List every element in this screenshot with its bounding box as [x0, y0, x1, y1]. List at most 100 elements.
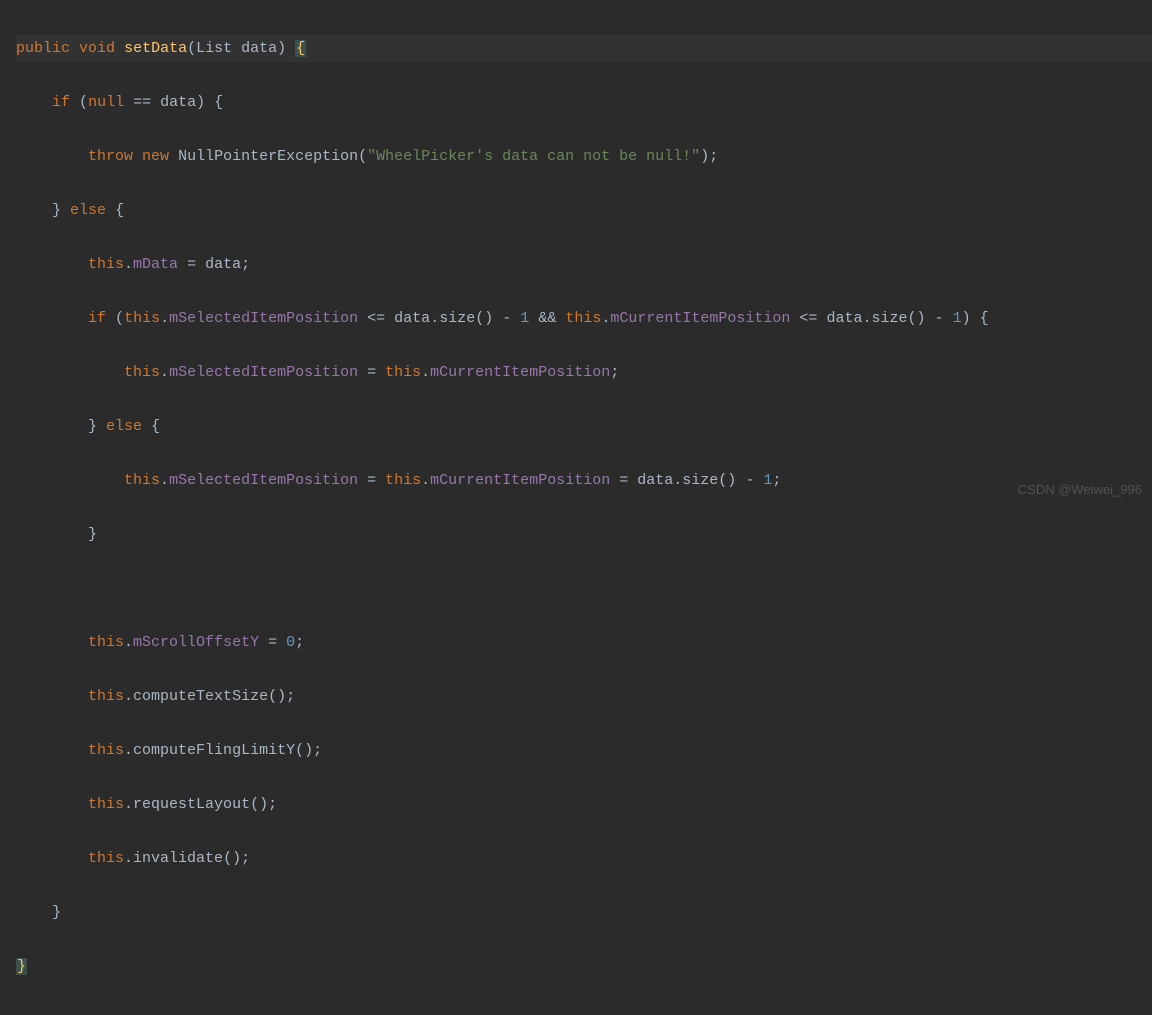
semicolon: ;: [241, 256, 250, 273]
code-line[interactable]: } else {: [16, 197, 1152, 224]
variable: data: [637, 472, 673, 489]
variable: data: [205, 256, 241, 273]
semicolon: ;: [610, 364, 619, 381]
keyword-this: this: [565, 310, 601, 327]
dot: .: [160, 364, 169, 381]
dot: .: [430, 310, 439, 327]
method-call: requestLayout: [133, 796, 250, 813]
field: mCurrentItemPosition: [430, 472, 610, 489]
keyword-this: this: [88, 742, 124, 759]
brace: {: [115, 202, 124, 219]
punct: ): [700, 148, 709, 165]
operator: -: [745, 472, 754, 489]
operator: -: [502, 310, 511, 327]
punct: (): [250, 796, 268, 813]
semicolon: ;: [241, 850, 250, 867]
method-name: setData: [124, 40, 187, 57]
dot: .: [124, 688, 133, 705]
field: mSelectedItemPosition: [169, 472, 358, 489]
keyword-this: this: [88, 688, 124, 705]
keyword-this: this: [385, 472, 421, 489]
code-line[interactable]: public void setData(List data) {: [16, 35, 1152, 62]
brace: }: [52, 904, 61, 921]
code-line[interactable]: } else {: [16, 413, 1152, 440]
dot: .: [124, 256, 133, 273]
keyword-this: this: [88, 850, 124, 867]
operator: =: [187, 256, 196, 273]
keyword-this: this: [124, 310, 160, 327]
operator: =: [268, 634, 277, 651]
method-call: computeTextSize: [133, 688, 268, 705]
keyword-else: else: [106, 418, 142, 435]
code-line[interactable]: [16, 575, 1152, 602]
code-line[interactable]: this.mSelectedItemPosition = this.mCurre…: [16, 359, 1152, 386]
code-line[interactable]: this.mSelectedItemPosition = this.mCurre…: [16, 467, 1152, 494]
semicolon: ;: [772, 472, 781, 489]
code-line[interactable]: if (this.mSelectedItemPosition <= data.s…: [16, 305, 1152, 332]
operator: &&: [538, 310, 556, 327]
field: mCurrentItemPosition: [430, 364, 610, 381]
punct: (): [295, 742, 313, 759]
code-line[interactable]: }: [16, 521, 1152, 548]
variable: data: [826, 310, 862, 327]
number: 0: [286, 634, 295, 651]
keyword-throw: throw: [88, 148, 133, 165]
semicolon: ;: [313, 742, 322, 759]
keyword-this: this: [88, 256, 124, 273]
code-line[interactable]: }: [16, 899, 1152, 926]
param: data: [241, 40, 277, 57]
operator: =: [619, 472, 628, 489]
code-line[interactable]: this.mScrollOffsetY = 0;: [16, 629, 1152, 656]
code-line[interactable]: this.computeFlingLimitY();: [16, 737, 1152, 764]
operator: <=: [367, 310, 385, 327]
dot: .: [160, 472, 169, 489]
field: mCurrentItemPosition: [610, 310, 790, 327]
brace: }: [88, 418, 97, 435]
variable: data: [160, 94, 196, 111]
code-line[interactable]: if (null == data) {: [16, 89, 1152, 116]
code-editor[interactable]: public void setData(List data) { if (nul…: [0, 0, 1152, 1015]
keyword-this: this: [88, 796, 124, 813]
brace-close-match: }: [16, 958, 27, 975]
class-name: NullPointerException: [178, 148, 358, 165]
brace: {: [214, 94, 223, 111]
keyword-new: new: [142, 148, 169, 165]
dot: .: [421, 472, 430, 489]
operator: -: [935, 310, 944, 327]
punct: (): [718, 472, 736, 489]
keyword-void: void: [79, 40, 115, 57]
method-call: size: [682, 472, 718, 489]
dot: .: [124, 850, 133, 867]
punct: ): [196, 94, 205, 111]
keyword-public: public: [16, 40, 70, 57]
keyword-this: this: [124, 472, 160, 489]
semicolon: ;: [268, 796, 277, 813]
code-line[interactable]: throw new NullPointerException("WheelPic…: [16, 143, 1152, 170]
variable: data: [394, 310, 430, 327]
code-line[interactable]: }: [16, 953, 1152, 980]
method-call: size: [439, 310, 475, 327]
brace: }: [88, 526, 97, 543]
operator: =: [367, 472, 376, 489]
punct: (: [79, 94, 88, 111]
keyword-else: else: [70, 202, 106, 219]
dot: .: [124, 634, 133, 651]
keyword-if: if: [88, 310, 106, 327]
dot: .: [673, 472, 682, 489]
punct: (: [115, 310, 124, 327]
punct: (): [268, 688, 286, 705]
method-call: computeFlingLimitY: [133, 742, 295, 759]
keyword-null: null: [88, 94, 124, 111]
code-line[interactable]: this.invalidate();: [16, 845, 1152, 872]
operator: ==: [133, 94, 151, 111]
dot: .: [421, 364, 430, 381]
brace: }: [52, 202, 61, 219]
code-line[interactable]: this.computeTextSize();: [16, 683, 1152, 710]
keyword-if: if: [52, 94, 70, 111]
code-line[interactable]: this.mData = data;: [16, 251, 1152, 278]
code-line[interactable]: this.requestLayout();: [16, 791, 1152, 818]
punct: (: [358, 148, 367, 165]
punct: (): [223, 850, 241, 867]
operator: =: [367, 364, 376, 381]
method-call: size: [871, 310, 907, 327]
